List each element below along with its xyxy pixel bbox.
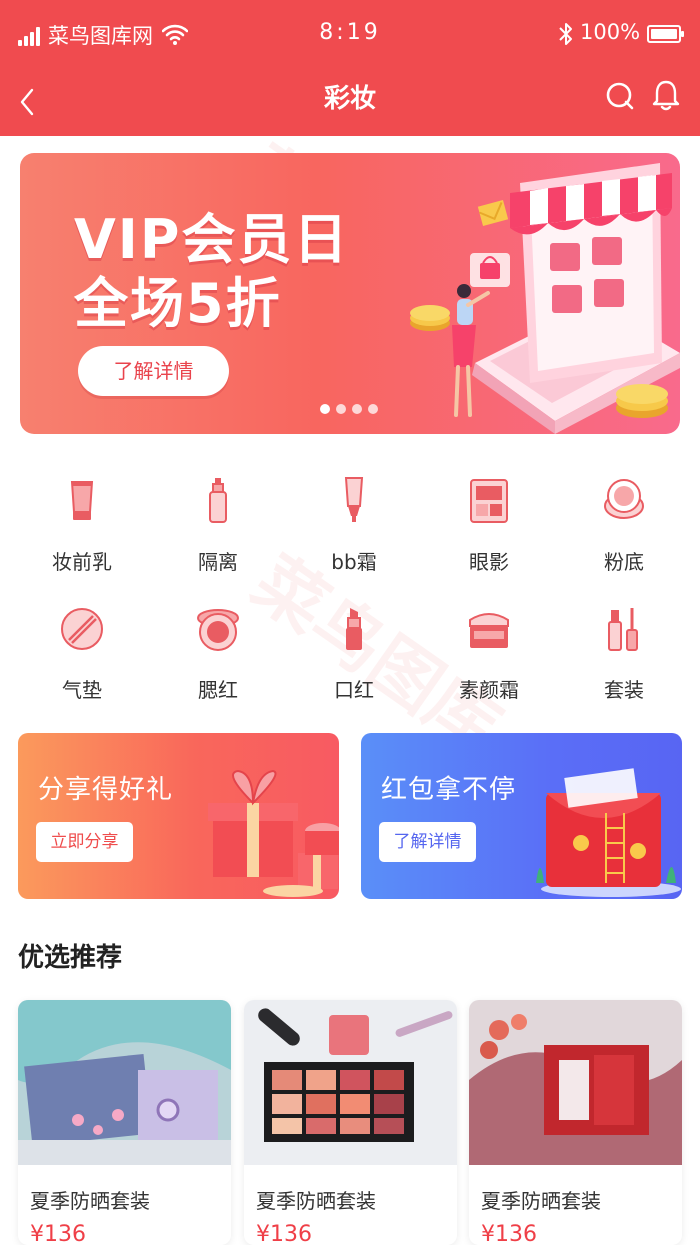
product-photo [18,1000,231,1165]
category-label: 套装 [604,678,644,702]
product-price: ¥136 [30,1222,86,1245]
cream-jar-icon [469,613,509,648]
banner-dot[interactable] [368,404,378,414]
product-photo [244,1000,457,1165]
category-set[interactable]: 套装 [554,604,694,724]
product-photo [469,1000,682,1165]
product-name: 夏季防晒套装 [30,1189,150,1213]
product-card[interactable]: 夏季防晒套装 ¥136 [244,1000,457,1245]
category-label: bb霜 [331,550,377,574]
banner-title-line2: 全场5折 [74,272,282,335]
blush-icon [197,609,239,651]
battery-level [651,29,677,39]
category-cushion[interactable]: 气垫 [12,604,152,724]
category-label: 气垫 [62,678,102,702]
share-now-button[interactable]: 立即分享 [36,822,133,862]
promo-share-card[interactable]: 分享得好礼 立即分享 [18,733,339,899]
top-bar: 菜鸟图库网 8:19 100% 彩妆 [0,0,700,136]
category-label: 粉底 [604,550,644,574]
category-cream[interactable]: 素颜霜 [419,604,559,724]
product-card[interactable]: 夏季防晒套装 ¥136 [18,1000,231,1245]
isolation-bottle-icon [209,478,227,523]
product-name: 夏季防晒套装 [481,1189,601,1213]
banner-details-button[interactable]: 了解详情 [78,346,229,396]
vip-banner[interactable]: VIP会员日 全场5折 了解详情 [20,153,680,434]
promo-title: 红包拿不停 [381,775,517,805]
nav-bar: 彩妆 [0,70,700,136]
primer-tube-icon [70,481,94,520]
category-label: 眼影 [469,550,509,574]
category-foundation[interactable]: 粉底 [554,476,694,596]
learn-more-button[interactable]: 了解详情 [379,822,476,862]
lipstick-icon [346,608,362,650]
foundation-compact-icon [604,479,644,519]
banner-dot[interactable] [352,404,362,414]
category-isolation[interactable]: 隔离 [148,476,288,596]
search-icon[interactable] [604,80,636,112]
product-price: ¥136 [481,1222,537,1245]
category-label: 腮红 [198,678,238,702]
status-bar: 菜鸟图库网 8:19 100% [0,0,700,70]
category-bb-cream[interactable]: bb霜 [284,476,424,596]
category-label: 隔离 [198,550,238,574]
cushion-icon [61,608,103,650]
category-label: 素颜霜 [459,678,519,702]
category-blush[interactable]: 腮红 [148,604,288,724]
battery-percent: 100% [580,20,641,44]
banner-dot-active[interactable] [320,404,330,414]
category-eyeshadow[interactable]: 眼影 [419,476,559,596]
bb-cream-icon [344,477,364,522]
page-title: 彩妆 [323,84,376,114]
product-card[interactable]: 夏季防晒套装 ¥136 [469,1000,682,1245]
eyeshadow-palette-icon [470,479,508,523]
category-label: 妆前乳 [52,550,112,574]
red-envelope-illustration [536,768,681,897]
category-label: 口红 [334,678,374,702]
product-name: 夏季防晒套装 [256,1189,376,1213]
product-price: ¥136 [256,1222,312,1245]
gift-boxes-illustration [208,769,339,897]
bell-icon[interactable] [650,78,682,112]
category-lipstick[interactable]: 口红 [284,604,424,724]
promo-title: 分享得好礼 [38,775,174,805]
banner-pagination [320,404,380,416]
category-primer[interactable]: 妆前乳 [12,476,152,596]
section-title: 优选推荐 [18,943,123,973]
banner-dot[interactable] [336,404,346,414]
bluetooth-icon [559,23,572,45]
shopping-laptop-illustration [410,163,680,434]
set-icon [608,608,638,651]
screen: 菜鸟图库网 8:19 100% 彩妆 菜鸟图库 VIP会员日 全场5折 了解详情… [0,0,700,1245]
battery-icon [647,25,684,43]
promo-redpacket-card[interactable]: 红包拿不停 了解详情 [361,733,682,899]
